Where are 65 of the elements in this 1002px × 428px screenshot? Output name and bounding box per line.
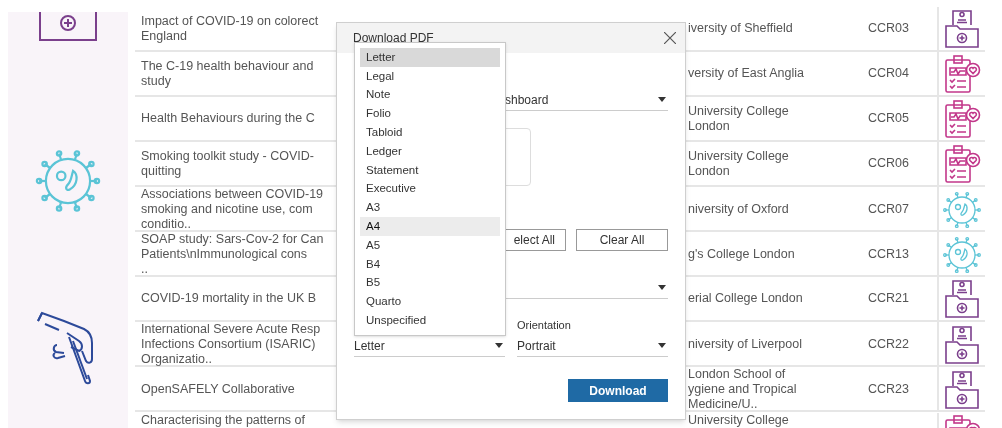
virus-icon — [34, 147, 102, 215]
clear-all-button[interactable]: Clear All — [576, 229, 668, 251]
clipboard-heart-icon — [943, 143, 981, 184]
study-code: CCR21 — [868, 290, 909, 308]
folder-person-icon — [944, 369, 980, 410]
institution-name: iversity of Sheffield — [687, 21, 794, 36]
institution-name: niversity of Oxford — [687, 202, 790, 217]
dialog-title: Download PDF — [353, 30, 434, 47]
paper-size-option[interactable]: B4 — [360, 254, 500, 274]
institution-name: University College — [687, 413, 790, 428]
close-icon — [664, 32, 676, 44]
folder-person-icon — [944, 278, 980, 319]
paper-size-option[interactable]: Unspecified — [360, 311, 500, 330]
folder-plus-icon — [38, 12, 98, 42]
study-title: COVID-19 mortality in the UK B — [140, 291, 318, 306]
orientation-label: Orientation — [517, 318, 572, 333]
download-button[interactable]: Download — [568, 379, 668, 402]
paper-size-option[interactable]: Tabloid — [360, 123, 500, 142]
paper-size-option[interactable]: Executive — [360, 179, 500, 199]
study-title: OpenSAFELY Collaborative — [140, 382, 296, 397]
study-code: CCR03 — [868, 20, 909, 38]
study-title: SOAP study: Sars-Cov-2 for Can Patients\nImmunological cons .. — [140, 232, 325, 277]
paper-size-option[interactable]: Legal — [360, 66, 500, 86]
paper-size-option[interactable]: Ledger — [360, 142, 500, 161]
study-code: CCR23 — [868, 381, 909, 399]
caret-icon — [495, 343, 503, 348]
close-button[interactable] — [661, 29, 679, 47]
study-title: Associations between COVID-19 smoking and nicotine use, com conditio.. — [140, 187, 325, 232]
institution-name: niversity of Liverpool — [687, 337, 803, 352]
institution-name: g's College London — [687, 247, 796, 262]
orientation-select[interactable]: Portrait — [517, 335, 668, 357]
paper-size-option[interactable]: A4 — [360, 217, 500, 236]
study-title: Smoking toolkit study - COVID- quitting — [140, 148, 315, 179]
paper-size-option[interactable]: Note — [360, 85, 500, 105]
study-title: Health Behaviours during the C — [140, 111, 316, 126]
institution-name: versity of East Anglia — [687, 66, 806, 81]
study-code: CCR07 — [868, 201, 909, 219]
study-code: CCR22 — [868, 336, 909, 354]
institution-name: University College London — [687, 148, 790, 179]
study-title: The C-19 health behaviour and study — [140, 58, 315, 89]
caret-icon — [658, 285, 666, 290]
caret-icon — [658, 343, 666, 348]
virus-icon — [942, 189, 982, 230]
study-title: International Severe Acute Resp Infections Consortium (ISARIC) Organizatio.. — [140, 322, 322, 367]
study-code: CCR04 — [868, 65, 909, 83]
virus-icon — [942, 234, 982, 275]
clipboard-heart-icon — [943, 98, 981, 139]
study-title: Impact of COVID-19 on colorect England — [140, 13, 320, 44]
study-code: CCR13 — [868, 246, 909, 264]
institution-name: University College London — [687, 103, 790, 134]
paper-size-option[interactable]: Statement — [360, 160, 500, 180]
paper-size-option[interactable]: A3 — [360, 198, 500, 218]
study-code: CCR06 — [868, 155, 909, 173]
institution-name: London School of ygiene and Tropical Medicine/U.. — [687, 367, 798, 412]
paper-size-option[interactable]: Folio — [360, 104, 500, 124]
study-title: Characterising the patterns of — [140, 413, 306, 428]
caret-icon — [658, 97, 666, 102]
clipboard-heart-icon — [943, 53, 981, 94]
folder-person-icon — [944, 8, 980, 49]
paper-size-option[interactable]: B5 — [360, 273, 500, 293]
folder-person-icon — [944, 324, 980, 365]
paper-size-option[interactable]: Letter — [360, 48, 500, 67]
study-code: CCR05 — [868, 110, 909, 128]
institution-name: erial College London — [687, 291, 804, 306]
paper-size-option[interactable]: Quarto — [360, 292, 500, 312]
